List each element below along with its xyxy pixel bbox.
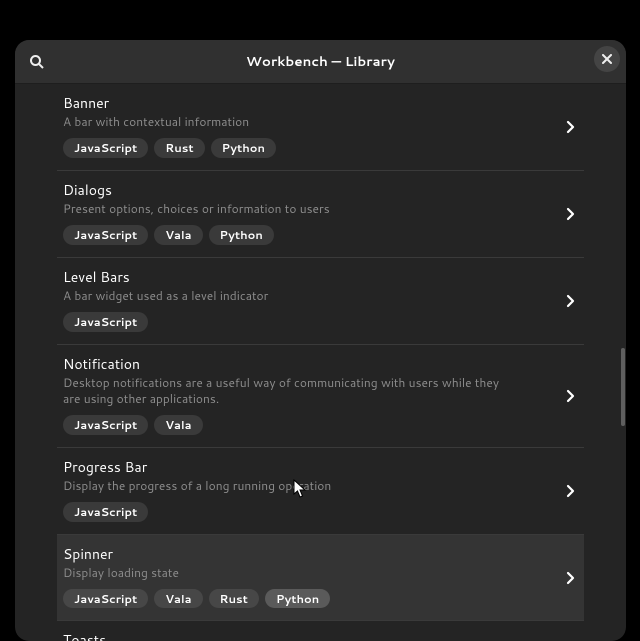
language-tag[interactable]: JavaScript [63, 502, 148, 522]
close-icon [602, 54, 612, 64]
scrollbar-thumb[interactable] [621, 348, 625, 426]
language-tag[interactable]: JavaScript [63, 589, 148, 609]
search-button[interactable] [21, 46, 53, 78]
chevron-right-icon [566, 389, 576, 403]
row-description: Desktop notifications are a useful way o… [63, 375, 503, 407]
chevron-right-icon [566, 207, 576, 221]
library-row[interactable]: Spinner Display loading state JavaScript Va… [57, 535, 584, 622]
language-tag[interactable]: JavaScript [63, 225, 148, 245]
language-tag[interactable]: Rust [154, 138, 204, 158]
library-row[interactable]: Banner A bar with contextual information J… [57, 84, 584, 171]
window-title: Workbench — Library [246, 52, 395, 71]
library-list: Banner A bar with contextual information J… [57, 84, 584, 641]
tag-list: JavaScript Vala Python [63, 225, 548, 245]
row-title: Notification [63, 355, 548, 373]
row-description: Display the progress of a long running o… [63, 478, 503, 494]
tag-list: JavaScript [63, 502, 548, 522]
row-title: Banner [63, 94, 548, 112]
close-button[interactable] [594, 46, 620, 72]
scroll-area: Banner A bar with contextual information J… [15, 84, 626, 641]
chevron-right-icon [566, 120, 576, 134]
chevron-right-icon [566, 484, 576, 498]
library-row[interactable]: Progress Bar Display the progress of a lo… [57, 448, 584, 535]
language-tag[interactable]: JavaScript [63, 312, 148, 332]
library-row[interactable]: Notification Desktop notifications are a … [57, 345, 584, 448]
language-tag[interactable]: Python [209, 225, 274, 245]
language-tag[interactable]: Vala [154, 415, 202, 435]
row-description: Present options, choices or information … [63, 201, 503, 217]
row-description: A bar widget used as a level indicator [63, 288, 503, 304]
language-tag[interactable]: JavaScript [63, 138, 148, 158]
row-title: Spinner [63, 545, 548, 563]
scrollbar[interactable] [620, 84, 626, 641]
library-window: Workbench — Library Banner A bar with con… [15, 40, 626, 641]
row-title: Level Bars [63, 268, 548, 286]
tag-list: JavaScript [63, 312, 548, 332]
row-description: Display loading state [63, 565, 503, 581]
tag-list: JavaScript Vala Rust Python [63, 589, 548, 609]
titlebar: Workbench — Library [15, 40, 626, 84]
language-tag[interactable]: Rust [209, 589, 259, 609]
library-row[interactable]: ToastsToasts, or "in-app notifications" … [57, 621, 584, 641]
row-title: Progress Bar [63, 458, 548, 476]
language-tag[interactable]: Vala [154, 225, 202, 245]
tag-list: JavaScript Vala [63, 415, 548, 435]
chevron-right-icon [566, 294, 576, 308]
library-row[interactable]: Dialogs Present options, choices or infor… [57, 171, 584, 258]
language-tag[interactable]: Python [211, 138, 276, 158]
chevron-right-icon [566, 571, 576, 585]
row-title: Dialogs [63, 181, 548, 199]
language-tag[interactable]: Vala [154, 589, 202, 609]
search-icon [29, 54, 45, 70]
library-row[interactable]: Level Bars A bar widget used as a level i… [57, 258, 584, 345]
language-tag[interactable]: Python [265, 589, 330, 609]
tag-list: JavaScript Rust Python [63, 138, 548, 158]
row-description: A bar with contextual information [63, 114, 503, 130]
language-tag[interactable]: JavaScript [63, 415, 148, 435]
